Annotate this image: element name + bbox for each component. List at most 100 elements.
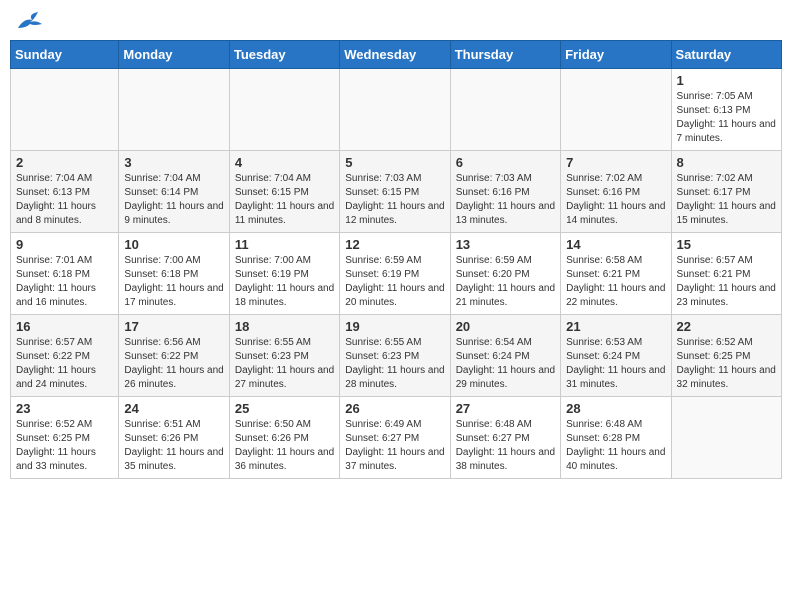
calendar-cell: 8 Sunrise: 7:02 AM Sunset: 6:17 PM Daylig… — [671, 151, 781, 233]
calendar-cell: 3 Sunrise: 7:04 AM Sunset: 6:14 PM Daylig… — [119, 151, 229, 233]
day-info: Sunrise: 7:00 AM Sunset: 6:19 PM Dayligh… — [235, 254, 334, 310]
day-info: Sunrise: 7:03 AM Sunset: 6:15 PM Dayligh… — [345, 172, 444, 228]
day-number: 18 — [235, 319, 334, 334]
day-info: Sunrise: 6:48 AM Sunset: 6:27 PM Dayligh… — [456, 418, 555, 474]
column-header-tuesday: Tuesday — [229, 41, 339, 69]
calendar-cell: 10 Sunrise: 7:00 AM Sunset: 6:18 PM Dayli… — [119, 233, 229, 315]
day-info: Sunrise: 7:04 AM Sunset: 6:13 PM Dayligh… — [16, 172, 113, 228]
column-header-wednesday: Wednesday — [340, 41, 450, 69]
calendar-cell: 7 Sunrise: 7:02 AM Sunset: 6:16 PM Daylig… — [561, 151, 671, 233]
day-info: Sunrise: 7:02 AM Sunset: 6:16 PM Dayligh… — [566, 172, 665, 228]
day-info: Sunrise: 6:52 AM Sunset: 6:25 PM Dayligh… — [677, 336, 776, 392]
logo-bird-icon — [16, 10, 44, 32]
calendar-cell: 14 Sunrise: 6:58 AM Sunset: 6:21 PM Dayli… — [561, 233, 671, 315]
column-header-saturday: Saturday — [671, 41, 781, 69]
day-number: 27 — [456, 401, 555, 416]
calendar-cell: 19 Sunrise: 6:55 AM Sunset: 6:23 PM Dayli… — [340, 315, 450, 397]
calendar-cell — [561, 69, 671, 151]
day-info: Sunrise: 6:55 AM Sunset: 6:23 PM Dayligh… — [235, 336, 334, 392]
calendar-table: SundayMondayTuesdayWednesdayThursdayFrid… — [10, 40, 782, 479]
calendar-cell: 6 Sunrise: 7:03 AM Sunset: 6:16 PM Daylig… — [450, 151, 560, 233]
calendar-cell: 23 Sunrise: 6:52 AM Sunset: 6:25 PM Dayli… — [11, 397, 119, 479]
calendar-cell: 2 Sunrise: 7:04 AM Sunset: 6:13 PM Daylig… — [11, 151, 119, 233]
day-number: 6 — [456, 155, 555, 170]
calendar-cell — [119, 69, 229, 151]
day-info: Sunrise: 7:03 AM Sunset: 6:16 PM Dayligh… — [456, 172, 555, 228]
day-info: Sunrise: 6:55 AM Sunset: 6:23 PM Dayligh… — [345, 336, 444, 392]
day-number: 10 — [124, 237, 223, 252]
day-number: 20 — [456, 319, 555, 334]
day-info: Sunrise: 6:48 AM Sunset: 6:28 PM Dayligh… — [566, 418, 665, 474]
calendar-cell: 17 Sunrise: 6:56 AM Sunset: 6:22 PM Dayli… — [119, 315, 229, 397]
calendar-body: 1 Sunrise: 7:05 AM Sunset: 6:13 PM Daylig… — [11, 69, 782, 479]
day-number: 28 — [566, 401, 665, 416]
day-number: 12 — [345, 237, 444, 252]
logo — [14, 10, 44, 32]
day-number: 7 — [566, 155, 665, 170]
day-info: Sunrise: 6:59 AM Sunset: 6:20 PM Dayligh… — [456, 254, 555, 310]
calendar-cell: 16 Sunrise: 6:57 AM Sunset: 6:22 PM Dayli… — [11, 315, 119, 397]
calendar-cell: 5Sunrise: 7:03 AM Sunset: 6:15 PM Daylig… — [340, 151, 450, 233]
day-number: 2 — [16, 155, 113, 170]
day-number: 19 — [345, 319, 444, 334]
column-header-thursday: Thursday — [450, 41, 560, 69]
day-info: Sunrise: 6:53 AM Sunset: 6:24 PM Dayligh… — [566, 336, 665, 392]
day-info: Sunrise: 6:51 AM Sunset: 6:26 PM Dayligh… — [124, 418, 223, 474]
calendar-cell: 21 Sunrise: 6:53 AM Sunset: 6:24 PM Dayli… — [561, 315, 671, 397]
calendar-cell: 12 Sunrise: 6:59 AM Sunset: 6:19 PM Dayli… — [340, 233, 450, 315]
column-header-sunday: Sunday — [11, 41, 119, 69]
day-number: 24 — [124, 401, 223, 416]
calendar-week-5: 23 Sunrise: 6:52 AM Sunset: 6:25 PM Dayli… — [11, 397, 782, 479]
day-number: 17 — [124, 319, 223, 334]
day-info: Sunrise: 7:05 AM Sunset: 6:13 PM Dayligh… — [677, 90, 776, 146]
column-header-friday: Friday — [561, 41, 671, 69]
day-number: 3 — [124, 155, 223, 170]
calendar-cell: 18 Sunrise: 6:55 AM Sunset: 6:23 PM Dayli… — [229, 315, 339, 397]
day-info: Sunrise: 6:58 AM Sunset: 6:21 PM Dayligh… — [566, 254, 665, 310]
day-number: 25 — [235, 401, 334, 416]
day-number: 13 — [456, 237, 555, 252]
day-info: Sunrise: 6:59 AM Sunset: 6:19 PM Dayligh… — [345, 254, 444, 310]
day-number: 22 — [677, 319, 776, 334]
column-header-monday: Monday — [119, 41, 229, 69]
day-info: Sunrise: 6:56 AM Sunset: 6:22 PM Dayligh… — [124, 336, 223, 392]
day-info: Sunrise: 7:04 AM Sunset: 6:15 PM Dayligh… — [235, 172, 334, 228]
day-number: 26 — [345, 401, 444, 416]
calendar-cell: 4 Sunrise: 7:04 AM Sunset: 6:15 PM Daylig… — [229, 151, 339, 233]
page-header — [10, 10, 782, 32]
day-number: 11 — [235, 237, 334, 252]
day-info: Sunrise: 6:57 AM Sunset: 6:21 PM Dayligh… — [677, 254, 776, 310]
day-number: 1 — [677, 73, 776, 88]
day-number: 4 — [235, 155, 334, 170]
day-info: Sunrise: 6:49 AM Sunset: 6:27 PM Dayligh… — [345, 418, 444, 474]
calendar-cell: 28 Sunrise: 6:48 AM Sunset: 6:28 PM Dayli… — [561, 397, 671, 479]
calendar-cell: 11 Sunrise: 7:00 AM Sunset: 6:19 PM Dayli… — [229, 233, 339, 315]
day-info: Sunrise: 6:57 AM Sunset: 6:22 PM Dayligh… — [16, 336, 113, 392]
calendar-cell: 26 Sunrise: 6:49 AM Sunset: 6:27 PM Dayli… — [340, 397, 450, 479]
calendar-cell: 27 Sunrise: 6:48 AM Sunset: 6:27 PM Dayli… — [450, 397, 560, 479]
day-number: 8 — [677, 155, 776, 170]
day-number: 14 — [566, 237, 665, 252]
calendar-cell: 22 Sunrise: 6:52 AM Sunset: 6:25 PM Dayli… — [671, 315, 781, 397]
day-info: Sunrise: 6:54 AM Sunset: 6:24 PM Dayligh… — [456, 336, 555, 392]
day-info: Sunrise: 7:02 AM Sunset: 6:17 PM Dayligh… — [677, 172, 776, 228]
day-info: Sunrise: 7:04 AM Sunset: 6:14 PM Dayligh… — [124, 172, 223, 228]
day-number: 9 — [16, 237, 113, 252]
calendar-cell — [11, 69, 119, 151]
calendar-cell — [229, 69, 339, 151]
day-number: 15 — [677, 237, 776, 252]
calendar-week-4: 16 Sunrise: 6:57 AM Sunset: 6:22 PM Dayli… — [11, 315, 782, 397]
day-number: 21 — [566, 319, 665, 334]
day-number: 16 — [16, 319, 113, 334]
calendar-cell — [340, 69, 450, 151]
calendar-cell: 9Sunrise: 7:01 AM Sunset: 6:18 PM Daylig… — [11, 233, 119, 315]
day-info: Sunrise: 6:52 AM Sunset: 6:25 PM Dayligh… — [16, 418, 113, 474]
calendar-cell: 20 Sunrise: 6:54 AM Sunset: 6:24 PM Dayli… — [450, 315, 560, 397]
day-info: Sunrise: 7:00 AM Sunset: 6:18 PM Dayligh… — [124, 254, 223, 310]
calendar-cell: 1 Sunrise: 7:05 AM Sunset: 6:13 PM Daylig… — [671, 69, 781, 151]
calendar-cell — [671, 397, 781, 479]
calendar-week-1: 1 Sunrise: 7:05 AM Sunset: 6:13 PM Daylig… — [11, 69, 782, 151]
day-number: 23 — [16, 401, 113, 416]
calendar-cell: 15 Sunrise: 6:57 AM Sunset: 6:21 PM Dayli… — [671, 233, 781, 315]
calendar-cell: 13 Sunrise: 6:59 AM Sunset: 6:20 PM Dayli… — [450, 233, 560, 315]
